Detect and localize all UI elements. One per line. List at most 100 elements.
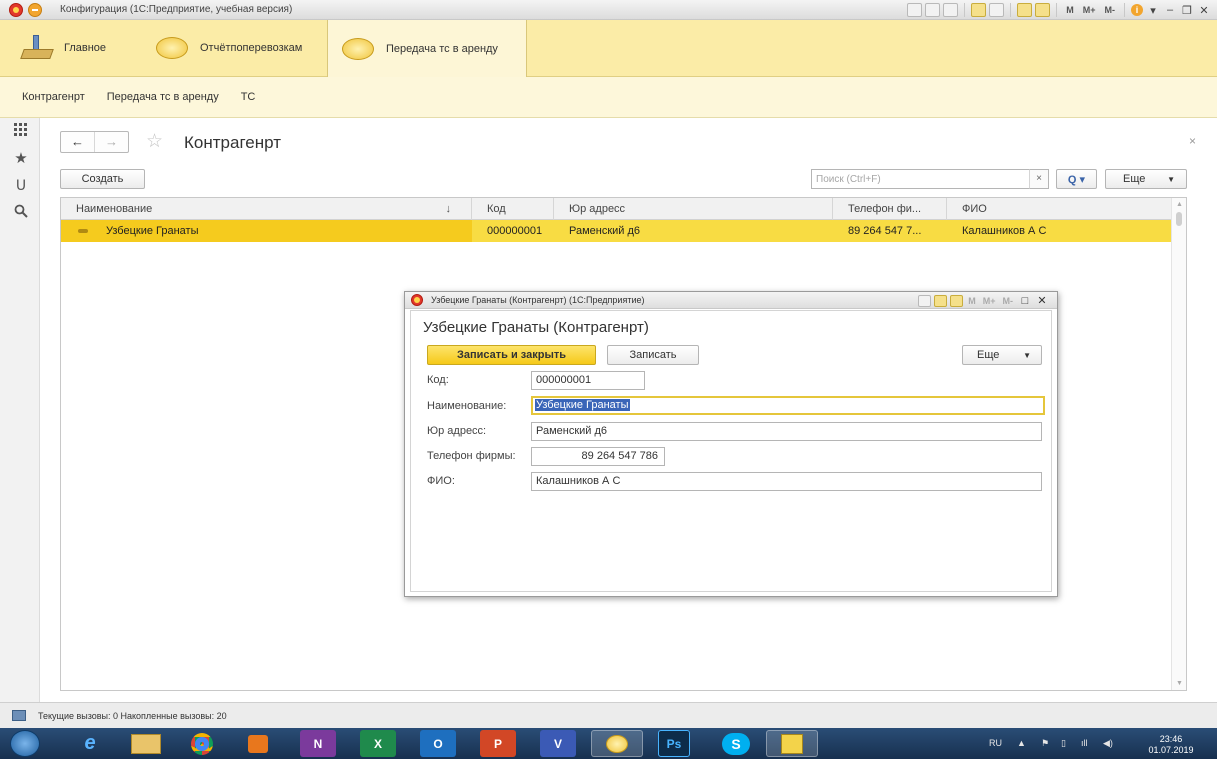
name-field[interactable]: Узбецкие Гранаты [531, 396, 1045, 415]
calculator-icon[interactable] [934, 294, 948, 307]
photoshop-icon[interactable]: Ps [658, 730, 690, 757]
address-field[interactable]: Раменский д6 [531, 422, 1042, 441]
dialog-more-button[interactable]: Еще ▼ [962, 345, 1042, 365]
maximize-icon[interactable]: □ [1018, 295, 1032, 307]
history-icon[interactable] [907, 3, 923, 17]
calendar-icon[interactable] [1035, 3, 1051, 17]
name-field-selection: Узбецкие Гранаты [535, 399, 630, 411]
column-header-name[interactable]: Наименование ↓ [61, 198, 472, 220]
section-vehicle-rental-label: Передача тс в аренду [386, 42, 498, 55]
cell-phone: 89 264 547 7... [848, 225, 922, 237]
code-field[interactable]: 000000001 [531, 371, 645, 390]
1c-enterprise-taskbar-button[interactable] [591, 730, 643, 757]
nav-link-vehicle-rental[interactable]: Передача тс в аренду [107, 91, 219, 103]
column-header-fio[interactable]: ФИО [947, 198, 1173, 220]
more-actions-button[interactable]: Еще ▼ [1105, 169, 1187, 189]
window-titlebar: Конфигурация (1С:Предприятие, учебная ве… [0, 0, 1217, 20]
1c-logo-icon[interactable] [9, 3, 23, 17]
media-player-icon[interactable] [232, 730, 284, 757]
section-vehicle-rental[interactable]: Передача тс в аренду [327, 20, 527, 77]
close-icon[interactable]: ✕ [1035, 294, 1049, 307]
chevron-down-icon: ▼ [1023, 350, 1031, 360]
search-input[interactable]: Поиск (Ctrl+F) [811, 169, 1049, 189]
close-form-icon[interactable]: × [1189, 134, 1196, 148]
network-icon[interactable]: ▯ [1061, 738, 1066, 749]
nav-link-counterparty[interactable]: Контрагенрт [22, 91, 85, 103]
file-explorer-icon[interactable] [120, 730, 172, 757]
address-label: Юр адресс: [427, 425, 487, 437]
section-icon [156, 37, 188, 59]
nav-link-vehicles[interactable]: ТС [241, 91, 256, 103]
volume-icon[interactable]: ◀) [1103, 738, 1113, 749]
back-arrow-icon[interactable]: ← [61, 132, 94, 152]
flag-icon[interactable]: ⚑ [1041, 738, 1049, 749]
scrollbar-thumb[interactable] [1176, 212, 1182, 226]
skype-taskbar-button[interactable]: S [706, 730, 766, 757]
search-mode-button[interactable]: Q ▾ [1056, 169, 1097, 189]
print-icon[interactable] [925, 3, 941, 17]
windows-start-icon[interactable] [10, 730, 40, 757]
memory-subtract-button[interactable]: M- [1001, 296, 1016, 306]
table-row[interactable]: Узбецкие Гранаты 000000001 Раменский д6 … [61, 220, 1173, 242]
cell-name: Узбецкие Гранаты [61, 220, 472, 242]
internet-explorer-icon[interactable]: e [64, 730, 116, 757]
favorites-icon[interactable] [971, 3, 987, 17]
toolbar-divider [964, 3, 966, 17]
main-menu-icon[interactable] [28, 3, 42, 17]
signal-icon[interactable]: ıll [1081, 738, 1088, 748]
fio-field[interactable]: Калашников А С [531, 472, 1042, 491]
outlook-icon[interactable]: O [420, 730, 456, 757]
performance-icon[interactable] [12, 710, 26, 721]
chrome-icon[interactable] [176, 730, 228, 757]
forward-arrow-icon[interactable]: → [94, 132, 128, 152]
page-title: Контрагенрт [184, 133, 281, 152]
onenote-icon[interactable]: N [300, 730, 336, 757]
column-header-phone[interactable]: Телефон фи... [833, 198, 947, 220]
home-icon[interactable] [918, 294, 932, 307]
tray-expand-icon[interactable]: ▲ [1017, 738, 1026, 748]
search-icon[interactable] [12, 204, 30, 222]
history-icon[interactable]: ᑌ [12, 176, 30, 194]
restore-icon[interactable]: ❐ [1180, 4, 1194, 17]
vertical-scrollbar[interactable]: ▲ ▼ [1171, 198, 1186, 690]
minimize-icon[interactable]: – [1163, 4, 1177, 16]
add-to-favorites-icon[interactable]: ☆ [146, 130, 163, 153]
calculator-icon[interactable] [1017, 3, 1033, 17]
create-button[interactable]: Создать [60, 169, 145, 189]
favorites-star-icon[interactable]: ★ [12, 150, 30, 168]
dialog-window-title: Узбецкие Гранаты (Контрагенрт) (1С:Предп… [431, 295, 645, 305]
section-main[interactable]: Главное [20, 20, 150, 76]
clock-date[interactable]: 01.07.2019 [1143, 745, 1199, 755]
visio-icon[interactable]: V [540, 730, 576, 757]
dialog-heading: Узбецкие Гранаты (Контрагенрт) [423, 319, 649, 336]
phone-field[interactable]: 89 264 547 786 [531, 447, 665, 466]
language-indicator[interactable]: RU [989, 738, 1002, 748]
catalog-item-icon [78, 229, 88, 233]
excel-icon[interactable]: X [360, 730, 396, 757]
save-and-close-button[interactable]: Записать и закрыть [427, 345, 596, 365]
memory-subtract-button[interactable]: M- [1102, 5, 1119, 15]
section-transport-reports[interactable]: Отчётпоперевозкам [156, 20, 326, 76]
close-icon[interactable]: ✕ [1197, 4, 1211, 17]
memory-store-button[interactable]: M [966, 296, 978, 306]
search-clear-button[interactable]: × [1029, 169, 1049, 189]
calendar-icon[interactable] [950, 294, 964, 307]
memory-add-button[interactable]: M+ [981, 296, 998, 306]
all-functions-icon[interactable] [12, 122, 30, 140]
memory-store-button[interactable]: M [1063, 5, 1077, 15]
fio-label: ФИО: [427, 475, 455, 487]
powerpoint-icon[interactable]: P [480, 730, 516, 757]
memory-add-button[interactable]: M+ [1080, 5, 1099, 15]
dialog-titlebar: Узбецкие Гранаты (Контрагенрт) (1С:Предп… [405, 292, 1057, 309]
column-header-address[interactable]: Юр адресс [554, 198, 833, 220]
info-icon[interactable]: i [1131, 4, 1143, 16]
scroll-up-icon[interactable]: ▲ [1176, 201, 1183, 208]
home-icon[interactable] [989, 3, 1005, 17]
column-header-code[interactable]: Код [472, 198, 554, 220]
link-icon[interactable] [943, 3, 959, 17]
app-taskbar-button[interactable] [766, 730, 818, 757]
scroll-down-icon[interactable]: ▼ [1176, 680, 1183, 687]
save-button[interactable]: Записать [607, 345, 699, 365]
clock-time[interactable]: 23:46 [1153, 734, 1189, 744]
info-dropdown-icon[interactable]: ▾ [1146, 4, 1160, 17]
